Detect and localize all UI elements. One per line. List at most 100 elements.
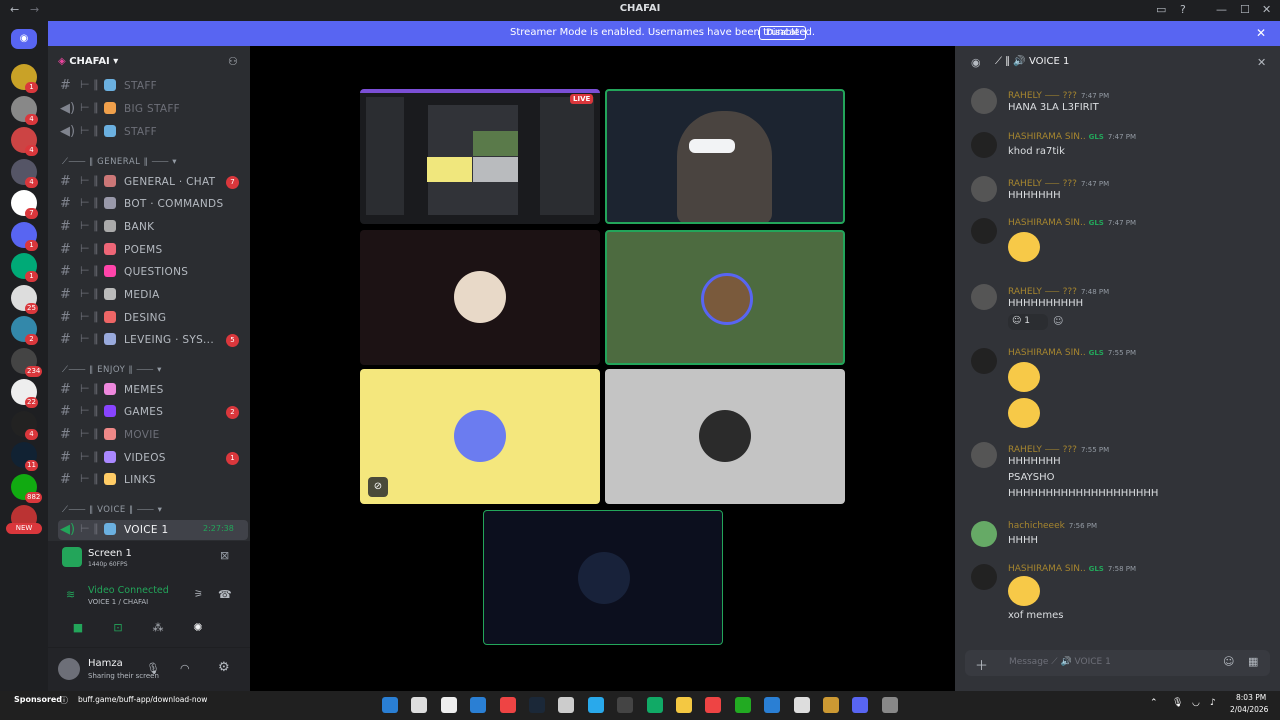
terminal-icon[interactable] (617, 697, 634, 713)
clock-time[interactable]: 8:03 PM (1236, 693, 1266, 702)
task-view-icon[interactable] (440, 697, 457, 713)
user-tile-2[interactable] (605, 230, 845, 365)
maximize-button[interactable]: ☐ (1240, 3, 1250, 16)
add-attachment-icon[interactable]: ＋ (975, 655, 988, 674)
camera-button[interactable]: ■ (62, 621, 94, 639)
chrome-icon[interactable] (499, 697, 516, 713)
message-author[interactable]: RAHELY ⸺ ??? 7:55 PM (1008, 442, 1109, 455)
avatar[interactable] (971, 348, 997, 374)
apps-icon[interactable]: ▦ (1248, 655, 1258, 668)
discord-home-icon[interactable]: ◉ (11, 29, 37, 49)
camera-tile[interactable] (605, 89, 845, 224)
channel-item[interactable]: # ⊢ ∥ QUESTIONS (58, 262, 248, 282)
folder-icon[interactable] (676, 697, 692, 713)
message-author[interactable]: RAHELY ⸺ ??? 7:48 PM (1008, 284, 1109, 297)
search-icon[interactable] (411, 697, 428, 713)
chrome-icon[interactable] (705, 697, 722, 713)
message-author[interactable]: HASHIRAMA SIN.. GLS 7:55 PM (1008, 348, 1136, 358)
user-tile-4[interactable] (605, 369, 845, 504)
settings-gear-icon[interactable]: ⚙ (218, 660, 230, 675)
category-voice[interactable]: ⟋⸺ ∥ VOICE ∥ ⸺ ▾ (62, 505, 162, 515)
add-member-icon[interactable]: ⚇ (228, 55, 238, 68)
channel-item[interactable]: # ⊢ ∥ GAMES 2 (58, 402, 248, 422)
noise-suppression-icon[interactable]: ⚞ (194, 589, 203, 600)
disable-button[interactable]: Disable (759, 26, 807, 40)
sponsored-link[interactable]: buff.game/buff-app/download-now (78, 695, 207, 704)
calculator-icon[interactable] (558, 697, 575, 713)
reaction-pill[interactable]: ☺ 1 (1008, 314, 1048, 330)
channel-item[interactable]: # ⊢ ∥ MOVIE (58, 425, 248, 445)
minimize-button[interactable]: — (1216, 3, 1227, 16)
channel-item[interactable]: # ⊢ ∥ MEDIA (58, 285, 248, 305)
disconnect-icon[interactable]: ☎ (218, 588, 232, 601)
app-icon[interactable] (881, 697, 898, 713)
channel-item[interactable]: # ⊢ ∥ BANK (58, 217, 248, 237)
channel-item[interactable]: # ⊢ ∥ STAFF (58, 76, 248, 96)
channel-item[interactable]: # ⊢ ∥ GENERAL · CHAT 7 (58, 172, 248, 192)
channel-item[interactable]: # ⊢ ∥ LINKS (58, 470, 248, 490)
message-input[interactable]: ＋ Message ⟋ 🔊 VOICE 1 ☺ ▦ (965, 650, 1270, 676)
activities-button[interactable]: ⁂ (142, 621, 174, 639)
avatar[interactable] (971, 284, 997, 310)
avatar[interactable] (971, 564, 997, 590)
message-author[interactable]: hachicheeek 7:56 PM (1008, 521, 1097, 531)
game-icon[interactable] (734, 697, 751, 713)
message-author[interactable]: HASHIRAMA SIN.. GLS 7:47 PM (1008, 218, 1136, 228)
avatar[interactable] (971, 132, 997, 158)
user-tile-5[interactable] (483, 510, 723, 645)
soundboard-button[interactable]: ✺ (182, 621, 214, 639)
discord-icon[interactable] (852, 697, 869, 713)
message-author[interactable]: HASHIRAMA SIN.. GLS 7:58 PM (1008, 564, 1136, 574)
avatar[interactable] (971, 218, 997, 244)
store-icon[interactable] (470, 697, 487, 713)
emoji-icon[interactable]: ☺ (1223, 655, 1234, 668)
clock-date[interactable]: 2/04/2026 (1230, 705, 1268, 714)
screen-preview[interactable] (62, 547, 82, 567)
channel-emoji-icon (104, 523, 116, 535)
help-icon[interactable]: ? (1180, 3, 1186, 16)
app-icon[interactable] (646, 697, 663, 713)
avatar[interactable] (58, 658, 80, 680)
telegram-icon[interactable] (587, 697, 604, 713)
avatar[interactable] (971, 442, 997, 468)
start-icon[interactable] (382, 697, 398, 713)
tree-branch-icon: ⊢ ∥ (80, 332, 99, 345)
app-icon[interactable] (764, 697, 781, 713)
channel-item[interactable]: ◀) ⊢ ∥ BIG STAFF (58, 99, 248, 119)
message-author[interactable]: RAHELY ⸺ ??? 7:47 PM (1008, 176, 1109, 189)
stream-tile[interactable]: LIVE (360, 89, 600, 224)
avatar[interactable] (971, 88, 997, 114)
add-reaction-icon[interactable]: ☺ (1053, 316, 1063, 327)
message-author[interactable]: RAHELY ⸺ ??? 7:47 PM (1008, 88, 1109, 101)
explorer-icon[interactable] (823, 697, 839, 713)
channel-item[interactable]: # ⊢ ∥ MEMES (58, 380, 248, 400)
channel-emoji-icon (104, 79, 116, 91)
close-button[interactable]: ✕ (1262, 3, 1271, 16)
inbox-icon[interactable]: ▭ (1156, 3, 1166, 16)
user-tile-3[interactable]: ⊘ (360, 369, 600, 504)
channel-item[interactable]: # ⊢ ∥ BOT · COMMANDS (58, 194, 248, 214)
volume-icon[interactable]: ♪ (1210, 698, 1216, 708)
user-tile-1[interactable] (360, 230, 600, 365)
share-screen-button[interactable]: ⊡ (102, 621, 134, 639)
steam-icon[interactable] (529, 697, 545, 713)
category-general[interactable]: ⟋⸺ ∥ GENERAL ∥ ⸺ ▾ (62, 157, 177, 167)
tray-chevron-icon[interactable]: ⌃ (1150, 698, 1158, 708)
message-author[interactable]: HASHIRAMA SIN.. GLS 7:47 PM (1008, 132, 1136, 142)
channel-item[interactable]: # ⊢ ∥ DESING (58, 308, 248, 328)
stop-stream-icon[interactable]: ⊠ (220, 549, 229, 562)
close-chat-icon[interactable]: ✕ (1257, 56, 1266, 69)
guild-header[interactable]: ◈ CHAFAI ▾ (58, 56, 118, 67)
channel-item[interactable]: # ⊢ ∥ VIDEOS 1 (58, 448, 248, 468)
channel-item[interactable]: # ⊢ ∥ LEVEING · SYS... 5 (58, 330, 248, 350)
channel-item[interactable]: ◀) ⊢ ∥ STAFF (58, 122, 248, 142)
media-icon[interactable] (793, 697, 810, 713)
microphone-icon[interactable]: 🎙 (146, 662, 160, 675)
headphones-icon[interactable]: ◠ (180, 662, 190, 675)
category-enjoy[interactable]: ⟋⸺ ∥ ENJOY ∥ ⸺ ▾ (62, 365, 162, 375)
banner-close-icon[interactable]: ✕ (1256, 26, 1266, 40)
channel-item[interactable]: # ⊢ ∥ POEMS (58, 240, 248, 260)
avatar[interactable] (971, 176, 997, 202)
avatar[interactable] (971, 521, 997, 547)
wifi-icon[interactable]: ◡ (1192, 698, 1200, 708)
